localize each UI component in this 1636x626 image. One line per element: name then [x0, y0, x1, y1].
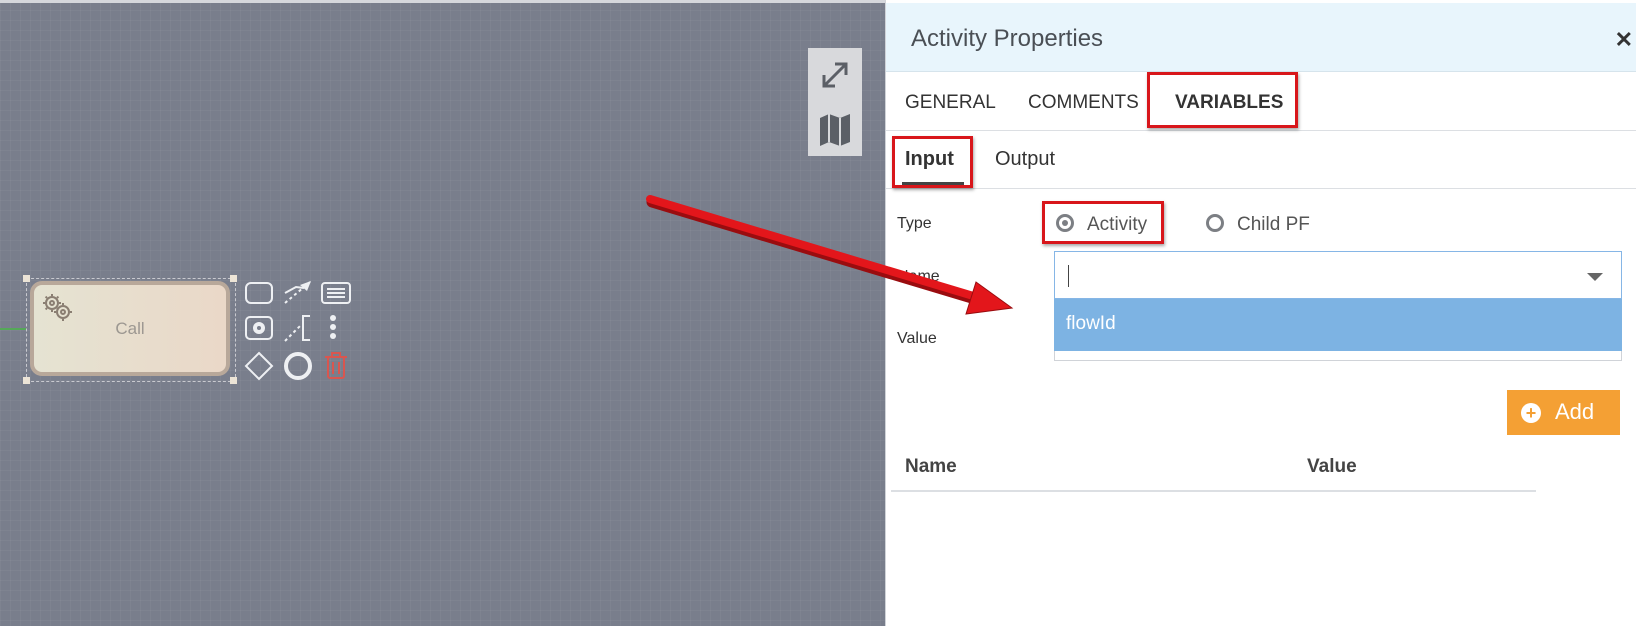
panel-header: Activity Properties ✕: [886, 3, 1636, 72]
value-input[interactable]: [1054, 351, 1622, 361]
tab-general[interactable]: GENERAL: [905, 92, 996, 114]
resize-handle[interactable]: [230, 275, 237, 282]
more-icon[interactable]: [328, 314, 338, 347]
variable-subtabs: Input Output: [886, 130, 1636, 189]
gateway-icon[interactable]: [243, 350, 275, 387]
value-label: Value: [897, 330, 937, 347]
type-label: Type: [897, 215, 932, 232]
active-subtab-underline: [902, 182, 964, 186]
text-caret: [1068, 265, 1069, 287]
annotation-icon[interactable]: [282, 312, 314, 349]
variables-table-header: Name Value: [891, 440, 1536, 492]
subprocess-icon[interactable]: [244, 315, 274, 346]
panel-title: Activity Properties: [911, 25, 1104, 52]
radio-child-pf[interactable]: [1206, 214, 1224, 232]
dropdown-option-flowid[interactable]: flowId: [1054, 299, 1622, 351]
radio-activity[interactable]: [1056, 214, 1074, 232]
radio-selected-dot: [1062, 220, 1068, 226]
canvas-toolbox: [808, 48, 862, 156]
subtab-output[interactable]: Output: [995, 148, 1055, 171]
dropdown-option-label: flowId: [1066, 313, 1116, 334]
resize-handle[interactable]: [23, 275, 30, 282]
close-icon[interactable]: ✕: [1615, 27, 1633, 53]
map-icon[interactable]: [808, 102, 862, 156]
node-label: Call: [115, 318, 145, 338]
chevron-down-icon[interactable]: [1587, 273, 1603, 281]
top-border: [0, 0, 885, 3]
plus-circle-icon: +: [1521, 403, 1541, 423]
subtab-input[interactable]: Input: [905, 148, 954, 171]
end-event-icon[interactable]: [282, 350, 314, 387]
property-tabs: GENERAL COMMENTS VARIABLES: [886, 72, 1636, 131]
expand-icon[interactable]: [808, 48, 862, 102]
add-button[interactable]: + Add: [1507, 390, 1620, 435]
tab-comments[interactable]: COMMENTS: [1028, 92, 1139, 114]
resize-handle[interactable]: [23, 377, 30, 384]
data-list-icon[interactable]: [320, 280, 352, 311]
call-activity-node[interactable]: Call: [30, 281, 230, 376]
activity-properties-panel: Activity Properties ✕ GENERAL COMMENTS V…: [885, 0, 1636, 626]
trash-icon[interactable]: [323, 351, 349, 386]
column-header-name: Name: [905, 456, 957, 477]
name-label: Name: [897, 268, 940, 285]
incoming-sequence-flow: [0, 328, 26, 330]
process-canvas[interactable]: Call: [0, 0, 885, 626]
name-select[interactable]: [1054, 251, 1622, 299]
association-icon[interactable]: [282, 277, 314, 312]
radio-child-pf-label: Child PF: [1237, 214, 1310, 235]
resize-handle[interactable]: [230, 377, 237, 384]
radio-activity-label: Activity: [1087, 214, 1148, 235]
column-header-value: Value: [1307, 456, 1357, 477]
add-button-label: Add: [1555, 399, 1595, 424]
tab-variables[interactable]: VARIABLES: [1175, 92, 1283, 114]
task-icon[interactable]: [244, 280, 274, 311]
